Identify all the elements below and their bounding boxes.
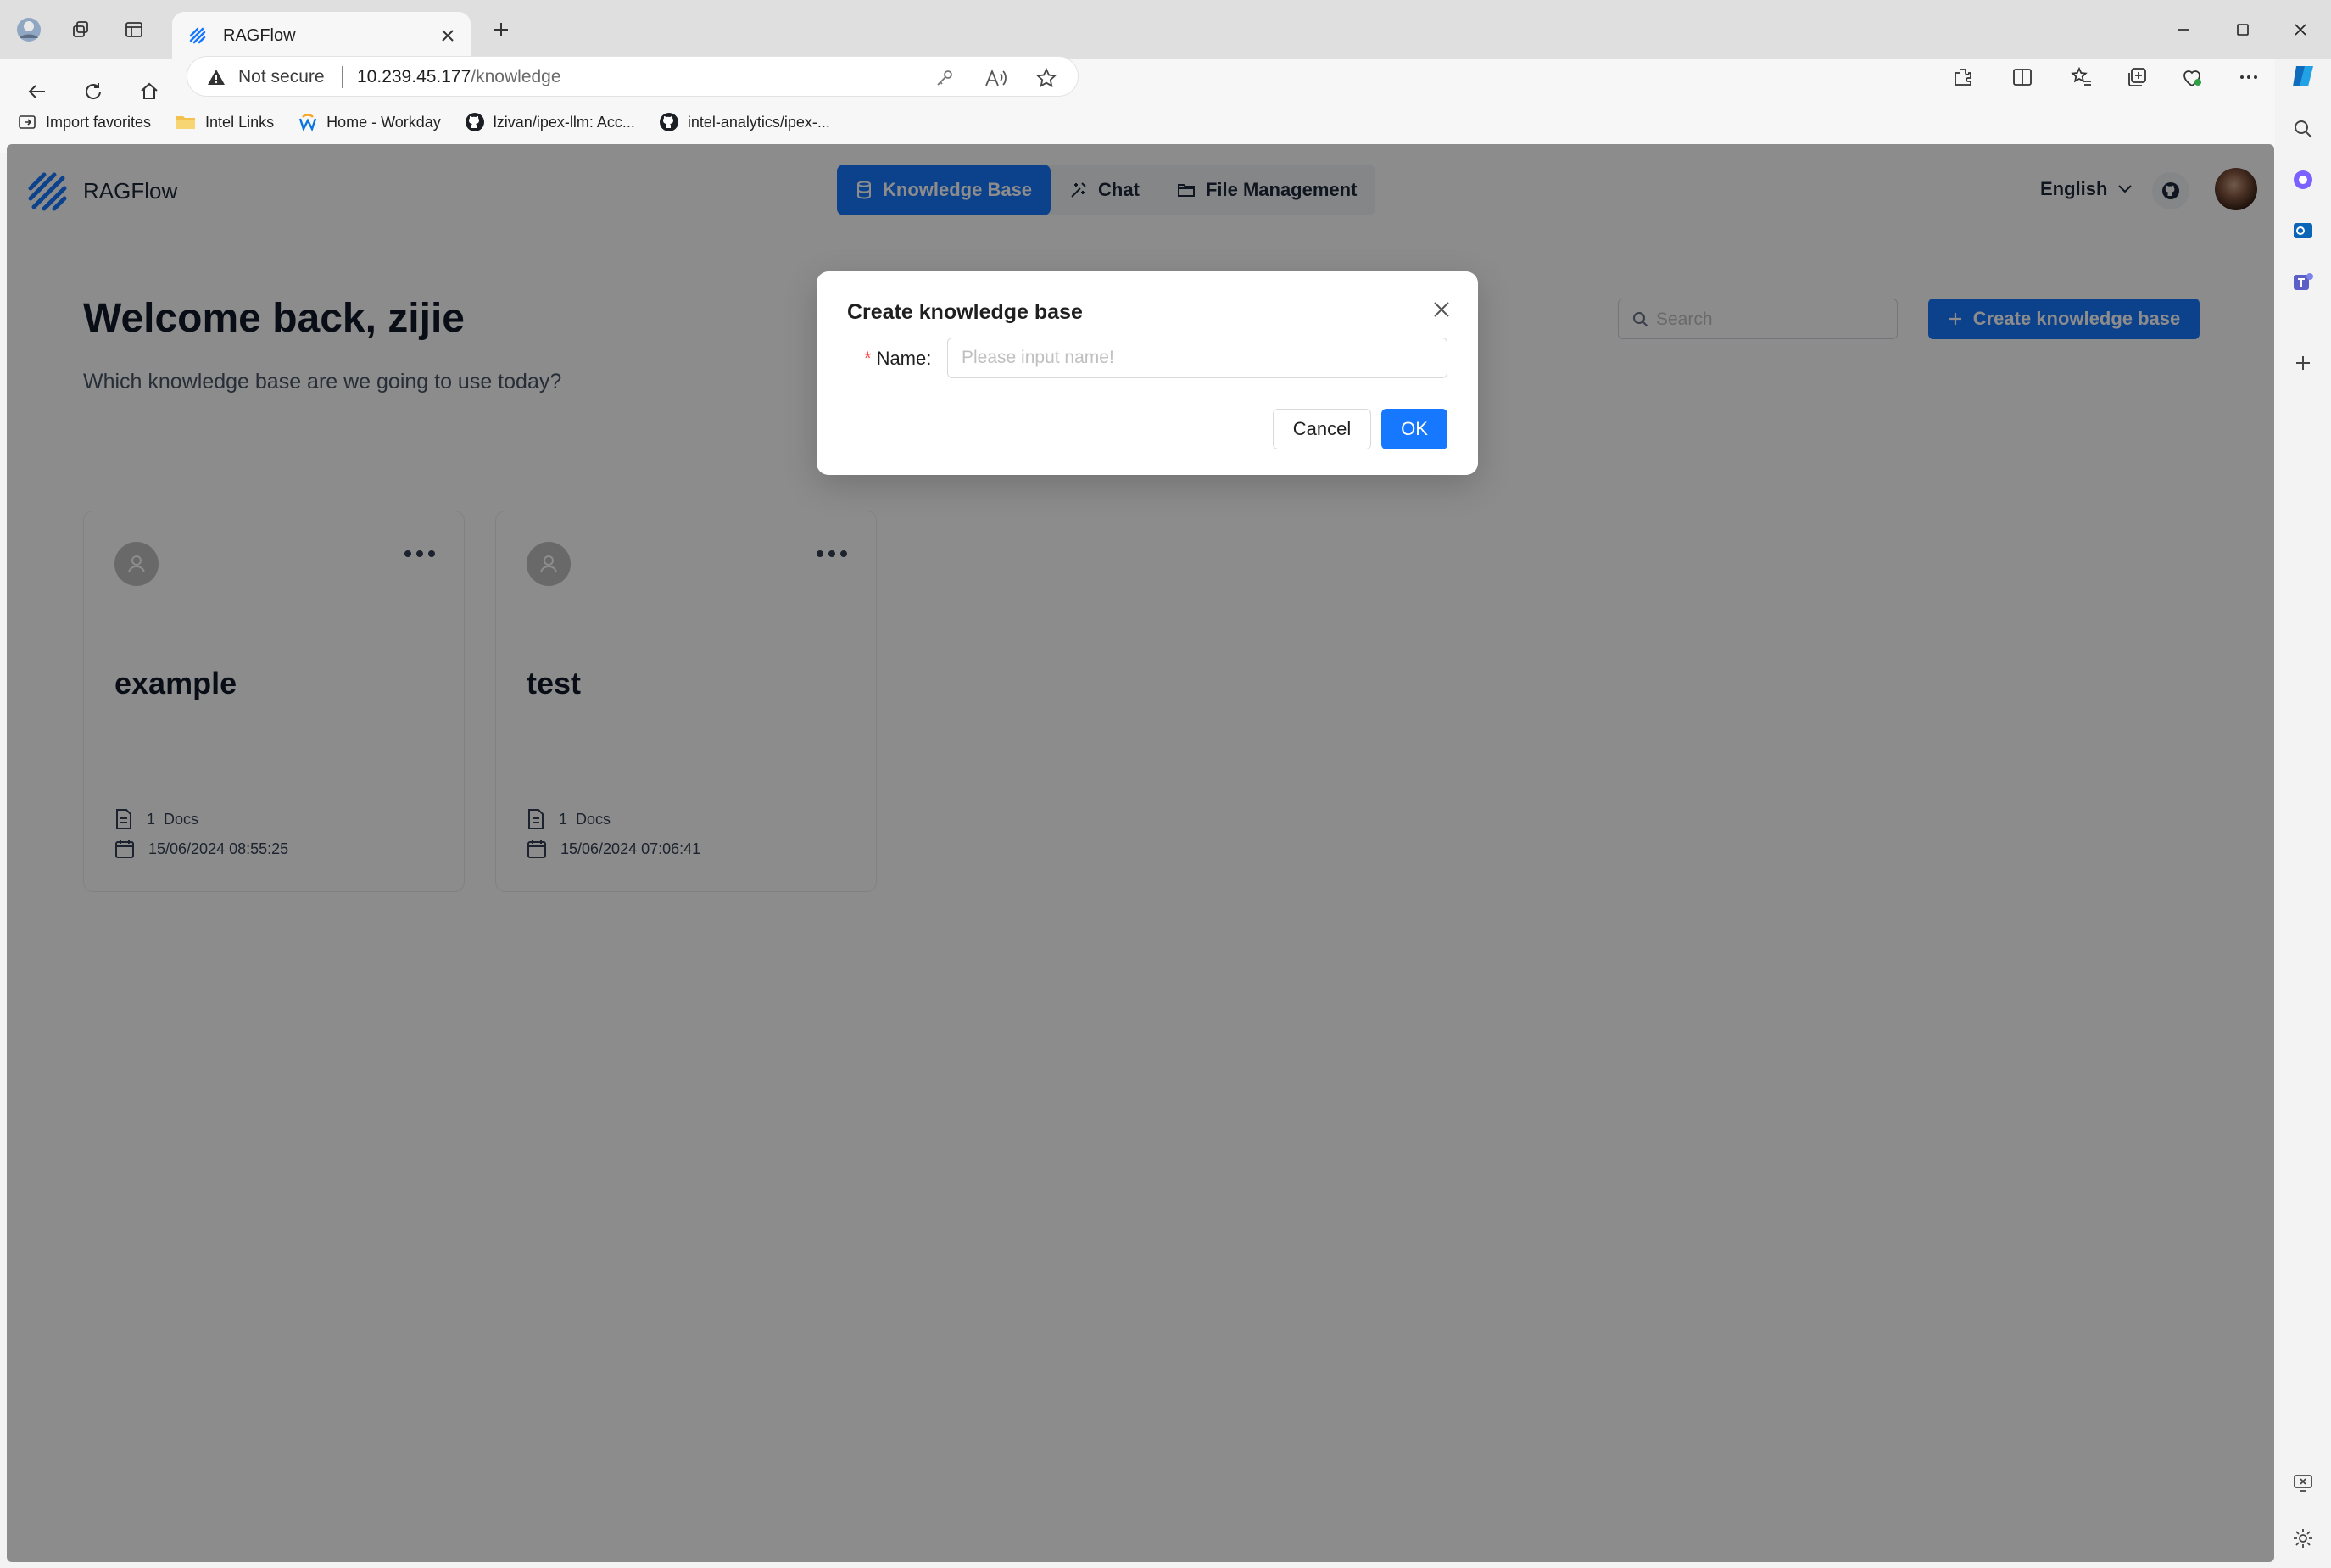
profile-icon[interactable] <box>14 14 44 45</box>
favorite-label: Home - Workday <box>326 113 441 131</box>
favorite-label: Intel Links <box>205 113 275 131</box>
close-icon[interactable] <box>1429 297 1454 322</box>
tab-actions-icon[interactable] <box>119 14 149 45</box>
extensions-icon[interactable] <box>1946 60 1980 94</box>
address-bar[interactable]: Not secure 10.239.45.177/knowledge <box>187 56 1079 97</box>
close-window-button[interactable] <box>2279 8 2322 51</box>
warning-icon[interactable] <box>206 67 226 87</box>
close-tab-icon[interactable] <box>440 28 455 43</box>
folder-icon <box>175 112 197 132</box>
favorite-import[interactable]: Import favorites <box>17 112 151 132</box>
outlook-icon[interactable] <box>2288 215 2318 246</box>
sidebar-settings-icon[interactable] <box>2288 1523 2318 1554</box>
favorite-label: intel-analytics/ipex-... <box>687 113 830 131</box>
address-separator <box>342 66 343 88</box>
favorite-ipex-llm[interactable]: lzivan/ipex-llm: Acc... <box>465 112 635 132</box>
name-input[interactable] <box>947 338 1447 378</box>
add-sidebar-icon[interactable] <box>2288 348 2318 378</box>
workspaces-icon[interactable] <box>66 14 97 45</box>
favorite-workday[interactable]: Home - Workday <box>298 112 441 132</box>
copilot-icon[interactable] <box>2288 61 2318 92</box>
web-page: RAGFlow Knowledge Base Chat File Managem… <box>7 144 2274 1562</box>
collections-icon[interactable] <box>2120 60 2154 94</box>
github-icon <box>465 112 485 132</box>
ragflow-favicon-icon <box>187 25 208 46</box>
cancel-button[interactable]: Cancel <box>1273 409 1371 449</box>
name-label-text: Name <box>876 348 927 369</box>
dialog-title: Create knowledge base <box>847 300 1083 324</box>
import-icon <box>17 112 37 132</box>
edge-sidebar <box>2275 59 2331 1568</box>
key-icon[interactable] <box>934 67 956 89</box>
url-path: /knowledge <box>471 67 561 86</box>
create-knowledge-base-dialog: Create knowledge base *Name: Cancel OK <box>817 271 1478 475</box>
name-field-label: * Name: <box>864 348 931 370</box>
browser-titlebar: RAGFlow <box>0 0 2331 59</box>
settings-more-icon[interactable] <box>2232 60 2266 94</box>
ok-button[interactable]: OK <box>1381 409 1447 449</box>
favorites-icon[interactable] <box>2065 60 2099 94</box>
security-label[interactable]: Not secure <box>238 67 325 87</box>
workday-icon <box>298 112 318 132</box>
favorite-intel-links[interactable]: Intel Links <box>175 112 274 132</box>
browser-tab[interactable]: RAGFlow <box>172 12 471 59</box>
minimize-button[interactable] <box>2162 8 2205 51</box>
maximize-button[interactable] <box>2222 8 2264 51</box>
github-icon <box>659 112 679 132</box>
required-mark: * <box>864 348 872 369</box>
favorite-star-icon[interactable] <box>1035 67 1057 89</box>
screenshot-icon[interactable] <box>2288 1467 2318 1498</box>
favorite-intel-analytics[interactable]: intel-analytics/ipex-... <box>659 112 830 132</box>
search-sidebar-icon[interactable] <box>2288 114 2318 144</box>
favorite-label: lzivan/ipex-llm: Acc... <box>493 113 635 131</box>
favorite-label: Import favorites <box>46 113 152 131</box>
teams-icon[interactable] <box>2288 266 2318 297</box>
favorites-bar: Import favorites Intel Links Home - Work… <box>0 103 2331 141</box>
tab-title: RAGFlow <box>223 25 296 45</box>
split-screen-icon[interactable] <box>2005 60 2039 94</box>
name-label-colon: : <box>926 348 932 369</box>
shopping-icon[interactable] <box>2288 165 2318 195</box>
read-aloud-icon[interactable] <box>984 67 1007 89</box>
url-text[interactable]: 10.239.45.177/knowledge <box>357 67 561 87</box>
url-host: 10.239.45.177 <box>357 67 471 86</box>
new-tab-button[interactable] <box>486 14 516 45</box>
browser-essentials-icon[interactable] <box>2175 60 2209 94</box>
